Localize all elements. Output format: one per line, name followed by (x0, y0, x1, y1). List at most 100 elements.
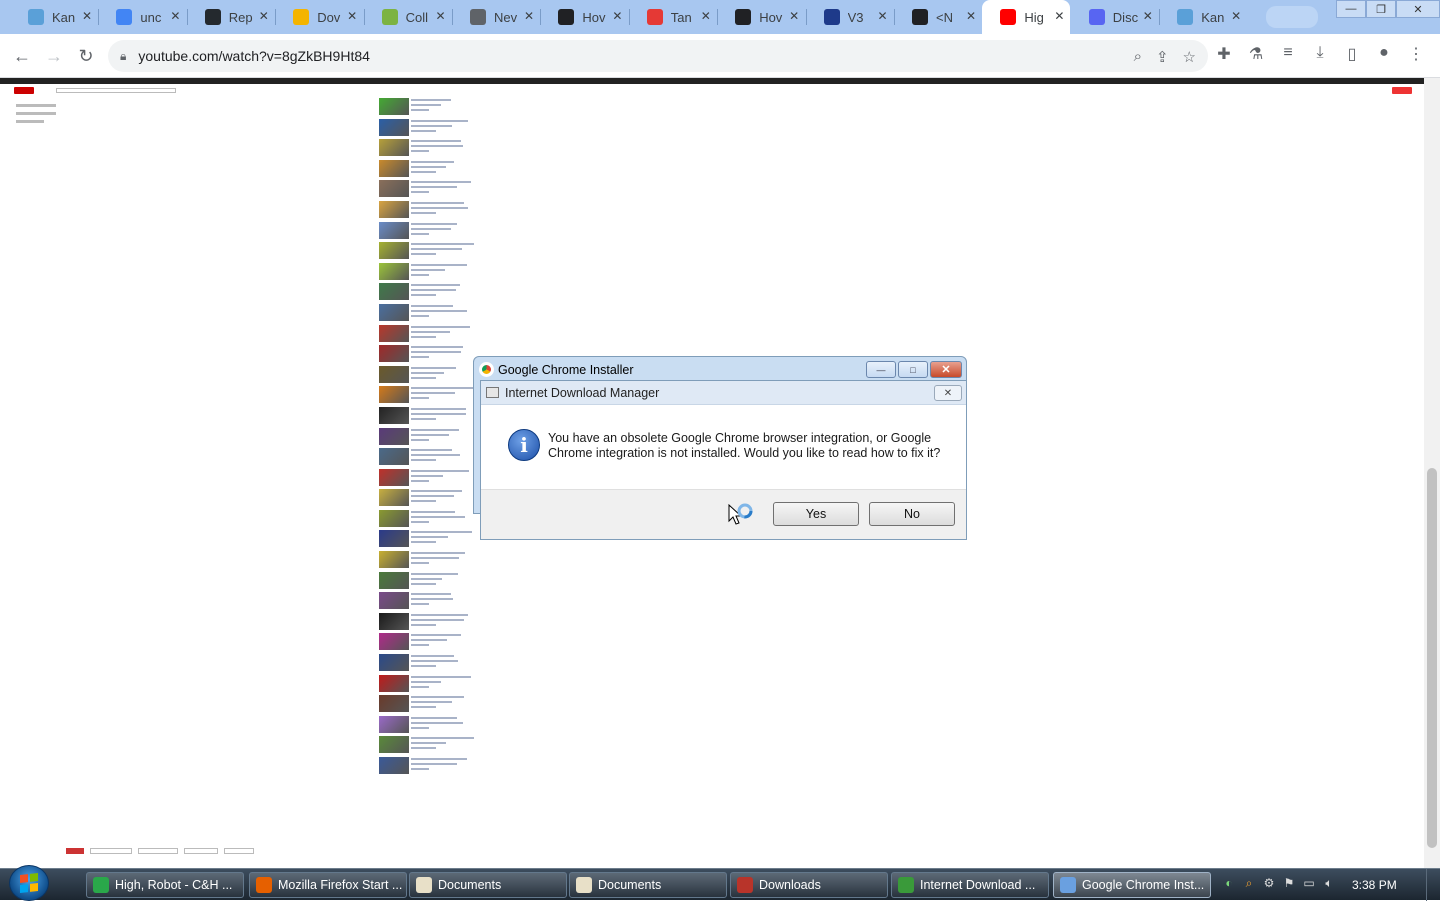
subscribe-button[interactable] (1392, 87, 1412, 94)
video-list-item[interactable] (379, 611, 479, 632)
tab-close-icon[interactable]: ✕ (524, 9, 534, 23)
video-list-item[interactable] (379, 117, 479, 138)
close-window-button[interactable]: ✕ (1396, 0, 1440, 18)
tab-close-icon[interactable]: ✕ (170, 9, 180, 23)
video-list-item[interactable] (379, 549, 479, 570)
video-thumbnail[interactable] (379, 674, 409, 692)
browser-tab[interactable]: <N ✕ (894, 0, 982, 34)
browser-tab[interactable]: Disc ✕ (1071, 0, 1159, 34)
installer-close-button[interactable]: ✕ (930, 361, 962, 378)
video-thumbnail[interactable] (379, 221, 409, 239)
video-list-item[interactable] (379, 364, 479, 385)
video-thumbnail[interactable] (379, 262, 409, 280)
side-panel-icon[interactable]: ▯ (1342, 44, 1362, 64)
video-list-item[interactable] (379, 693, 479, 714)
video-list-item[interactable] (379, 281, 479, 302)
taskbar-button[interactable]: Documents (569, 872, 727, 898)
video-thumbnail[interactable] (379, 139, 409, 157)
browser-tab[interactable]: Nev ✕ (452, 0, 540, 34)
youtube-search-box[interactable] (56, 88, 176, 93)
share-icon[interactable]: ⇪ (1156, 48, 1169, 66)
video-list-item[interactable] (379, 673, 479, 694)
page-scrollbar[interactable] (1424, 78, 1440, 868)
idm-close-button[interactable]: ✕ (934, 385, 962, 401)
browser-tab[interactable]: Hig ✕ (982, 0, 1071, 34)
video-thumbnail[interactable] (379, 98, 409, 115)
show-desktop-button[interactable] (1426, 869, 1440, 901)
video-list-item[interactable] (379, 343, 479, 364)
installer-minimize-button[interactable]: — (866, 361, 896, 378)
browser-tab[interactable]: Dov ✕ (275, 0, 363, 34)
forward-icon[interactable]: → (42, 44, 66, 68)
search-tray-icon[interactable]: ⌕ (1242, 876, 1256, 890)
tab-close-icon[interactable]: ✕ (789, 9, 799, 23)
taskbar-button[interactable]: Google Chrome Inst... (1053, 872, 1211, 898)
yes-button[interactable]: Yes (773, 502, 859, 526)
video-list-item[interactable] (379, 178, 479, 199)
video-thumbnail[interactable] (379, 612, 409, 630)
video-list-item[interactable] (379, 652, 479, 673)
video-list-item[interactable] (379, 405, 479, 426)
installer-maximize-button[interactable]: □ (898, 361, 928, 378)
extensions-icon[interactable]: ✚ (1214, 44, 1234, 64)
video-thumbnail[interactable] (379, 406, 409, 424)
scrollbar-thumb[interactable] (1427, 468, 1437, 848)
video-thumbnail[interactable] (379, 118, 409, 136)
video-list-item[interactable] (379, 384, 479, 405)
profile-icon[interactable]: ● (1374, 44, 1394, 64)
video-thumbnail[interactable] (379, 283, 409, 301)
video-list-item[interactable] (379, 240, 479, 261)
video-thumbnail[interactable] (379, 303, 409, 321)
video-thumbnail[interactable] (379, 159, 409, 177)
video-list-item[interactable] (379, 487, 479, 508)
video-list-item[interactable] (379, 220, 479, 241)
taskbar-button[interactable]: Downloads (730, 872, 888, 898)
video-list-item[interactable] (379, 137, 479, 158)
video-thumbnail[interactable] (379, 551, 409, 569)
menu-icon[interactable]: ⋮ (1406, 44, 1426, 64)
video-thumbnail[interactable] (379, 345, 409, 363)
tab-close-icon[interactable]: ✕ (1143, 9, 1153, 23)
language-tray-icon[interactable]: ⚙ (1262, 876, 1276, 890)
video-thumbnail[interactable] (379, 468, 409, 486)
youtube-logo[interactable] (14, 87, 34, 94)
browser-tab[interactable]: Rep ✕ (187, 0, 275, 34)
video-thumbnail[interactable] (379, 695, 409, 713)
video-list-item[interactable] (379, 199, 479, 220)
browser-tab[interactable]: Kan ✕ (10, 0, 98, 34)
video-list-item[interactable] (379, 467, 479, 488)
video-list-item[interactable] (379, 96, 479, 117)
video-list-item[interactable] (379, 446, 479, 467)
taskbar-button[interactable]: High, Robot - C&H ... (86, 872, 244, 898)
download-icon[interactable]: ⤓ (1310, 44, 1330, 64)
video-thumbnail[interactable] (379, 386, 409, 404)
tab-close-icon[interactable]: ✕ (966, 9, 976, 23)
video-list-item[interactable] (379, 302, 479, 323)
video-thumbnail[interactable] (379, 633, 409, 651)
taskbar-button[interactable]: Internet Download ... (891, 872, 1049, 898)
video-list-item[interactable] (379, 590, 479, 611)
url-text[interactable]: youtube.com/watch?v=8gZkBH9Ht84 (138, 48, 370, 64)
video-thumbnail[interactable] (379, 715, 409, 733)
no-button[interactable]: No (869, 502, 955, 526)
browser-tab[interactable]: V3 ✕ (806, 0, 894, 34)
video-list-item[interactable] (379, 570, 479, 591)
browser-tab[interactable]: Coll ✕ (364, 0, 452, 34)
back-icon[interactable]: ← (10, 44, 34, 68)
browser-tab[interactable]: unc ✕ (98, 0, 186, 34)
new-tab-button[interactable] (1266, 6, 1318, 28)
video-thumbnail[interactable] (379, 324, 409, 342)
flag-tray-icon[interactable]: ⚑ (1282, 876, 1296, 890)
video-list-item[interactable] (379, 734, 479, 755)
tab-close-icon[interactable]: ✕ (82, 9, 92, 23)
reload-icon[interactable]: ↻ (74, 44, 98, 68)
restore-window-button[interactable]: ❐ (1366, 0, 1396, 18)
video-thumbnail[interactable] (379, 736, 409, 754)
video-list-item[interactable] (379, 323, 479, 344)
video-thumbnail[interactable] (379, 180, 409, 198)
taskbar-button[interactable]: Documents (409, 872, 567, 898)
volume-tray-icon[interactable]: 🔈︎ (1322, 876, 1336, 890)
video-thumbnail[interactable] (379, 427, 409, 445)
tab-close-icon[interactable]: ✕ (1054, 9, 1064, 23)
video-list-item[interactable] (379, 426, 479, 447)
